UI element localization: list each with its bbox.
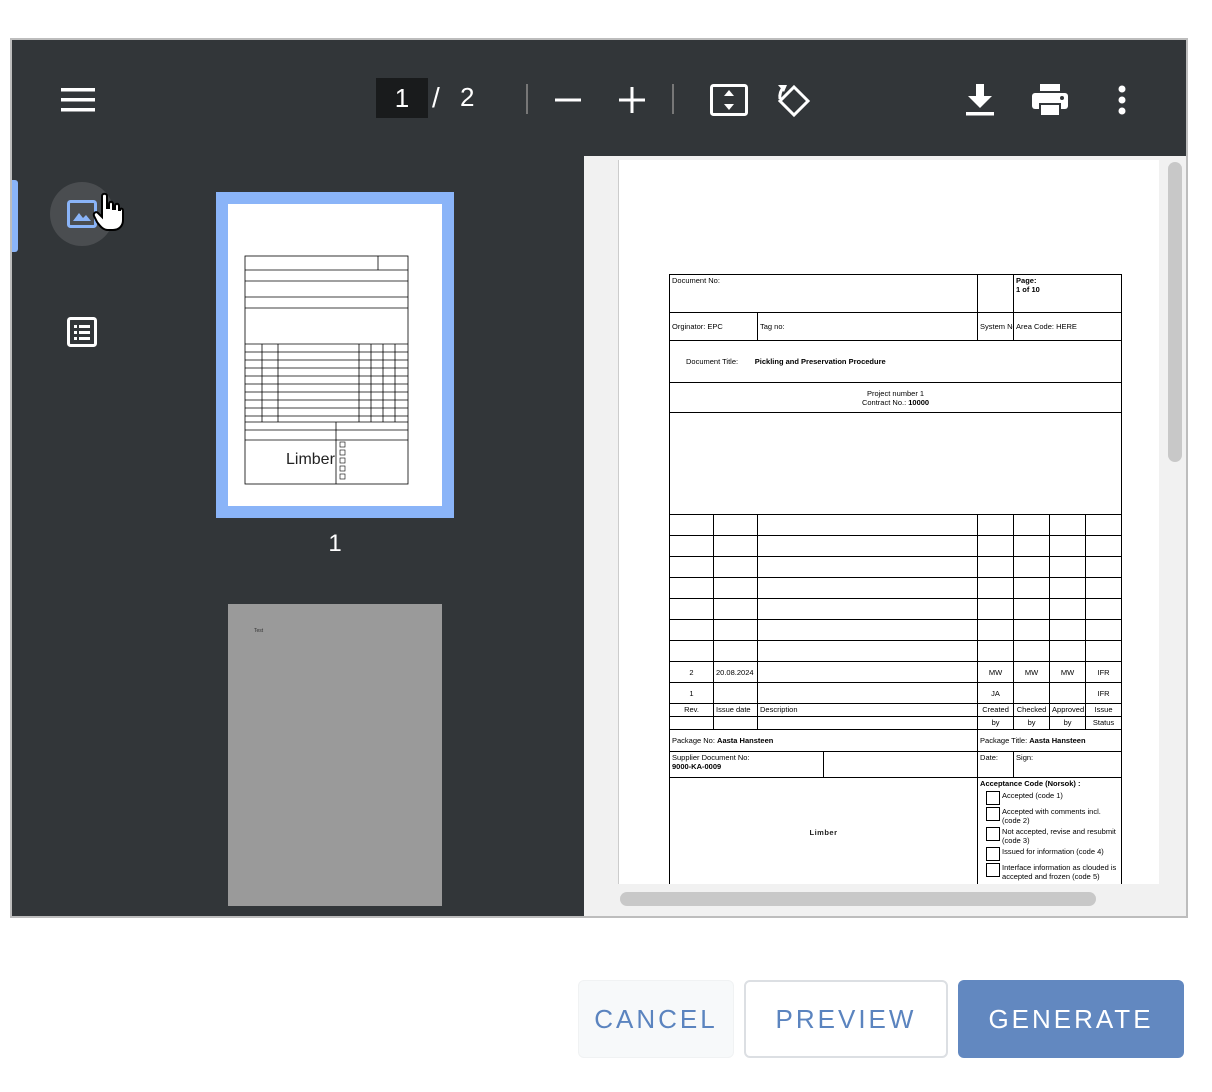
cancel-button[interactable]: CANCEL: [578, 980, 734, 1058]
document-vertical-scrollbar[interactable]: [1168, 162, 1182, 462]
thumbnail-logo: Limber: [286, 451, 336, 468]
document-header-table: Document No: Page: 1 of 10 Orginator: EPC…: [668, 274, 1123, 884]
supplier-document-no: Supplier Document No: 9000-KA-0009: [669, 751, 824, 778]
document-horizontal-scrollbar[interactable]: [620, 892, 1096, 906]
list-icon: [67, 317, 97, 347]
checkbox[interactable]: [986, 863, 1001, 877]
thumbnail-page-preview: Limber: [228, 204, 442, 506]
download-icon[interactable]: [958, 78, 1002, 122]
document-view: Document No: Page: 1 of 10 Orginator: EPC…: [584, 156, 1186, 916]
toolbar-divider: [526, 84, 528, 114]
package-title: Package Title: Aasta Hansteen: [977, 729, 1123, 752]
outline-view-tab[interactable]: [56, 306, 108, 358]
date-field: Date:: [977, 751, 1015, 778]
menu-icon[interactable]: [56, 78, 100, 122]
checkbox[interactable]: [986, 827, 1001, 841]
checkbox[interactable]: [986, 847, 1001, 861]
thumbnail-2-text: Test: [254, 628, 264, 634]
thumbnail-label-1: 1: [328, 530, 342, 557]
more-options-icon[interactable]: [1102, 78, 1142, 122]
print-icon[interactable]: [1028, 78, 1072, 122]
current-page-input[interactable]: 1: [376, 78, 428, 118]
package-no: Package No: Aasta Hansteen: [668, 729, 979, 752]
tag-no: Tag no:: [756, 312, 979, 341]
hand-cursor-icon: [92, 192, 124, 237]
checkbox[interactable]: [986, 807, 1001, 821]
page-info: Page: 1 of 10: [1013, 274, 1123, 313]
sign-field: Sign:: [1013, 751, 1123, 778]
pdf-toolbar: 1 / 2: [12, 40, 1186, 156]
revision-header-row: Rev. Issue date Description Created Chec…: [669, 703, 1123, 717]
acceptance-codes: Acceptance Code (Norsok) : Accepted (cod…: [977, 777, 1123, 884]
originator: Orginator: EPC: [669, 312, 758, 341]
preview-button[interactable]: PREVIEW: [744, 980, 948, 1058]
active-tab-indicator: [12, 180, 18, 252]
page-separator: /: [432, 82, 440, 113]
fit-to-page-icon[interactable]: [706, 78, 752, 122]
zoom-in-icon[interactable]: [612, 78, 652, 122]
generate-button[interactable]: GENERATE: [958, 980, 1184, 1058]
page-thumbnail-1[interactable]: Limber: [216, 192, 454, 518]
company-logo: Limber: [668, 777, 979, 884]
document-no-label: Document No:: [668, 274, 979, 313]
checkbox[interactable]: [986, 791, 1001, 805]
zoom-out-icon[interactable]: [548, 78, 588, 122]
document-page: Document No: Page: 1 of 10 Orginator: EPC…: [618, 160, 1159, 884]
project-info: Project number 1 Contract No.: 10000: [668, 382, 1123, 413]
pdf-viewer: 1 / 2 Limber 1 Test Document No: Page: 1…: [10, 38, 1188, 918]
rotate-icon[interactable]: [770, 78, 816, 122]
system-no: System No: HERE: [977, 312, 1015, 341]
page-thumbnail-2[interactable]: Test: [228, 604, 442, 906]
revision-row: 2 20.08.2024 MW MW MW IFR: [669, 661, 1123, 683]
thumbnail-sidebar: Limber 1 Test: [12, 156, 584, 916]
area-code: Area Code: HERE: [1013, 312, 1123, 341]
revision-row: 1 JA IFR: [669, 682, 1123, 704]
thumbnail-document-drawing: Limber: [244, 255, 409, 485]
toolbar-divider: [672, 84, 674, 114]
document-title-row: Document Title: Pickling and Preservatio…: [668, 340, 1123, 383]
total-pages: 2: [460, 82, 475, 112]
